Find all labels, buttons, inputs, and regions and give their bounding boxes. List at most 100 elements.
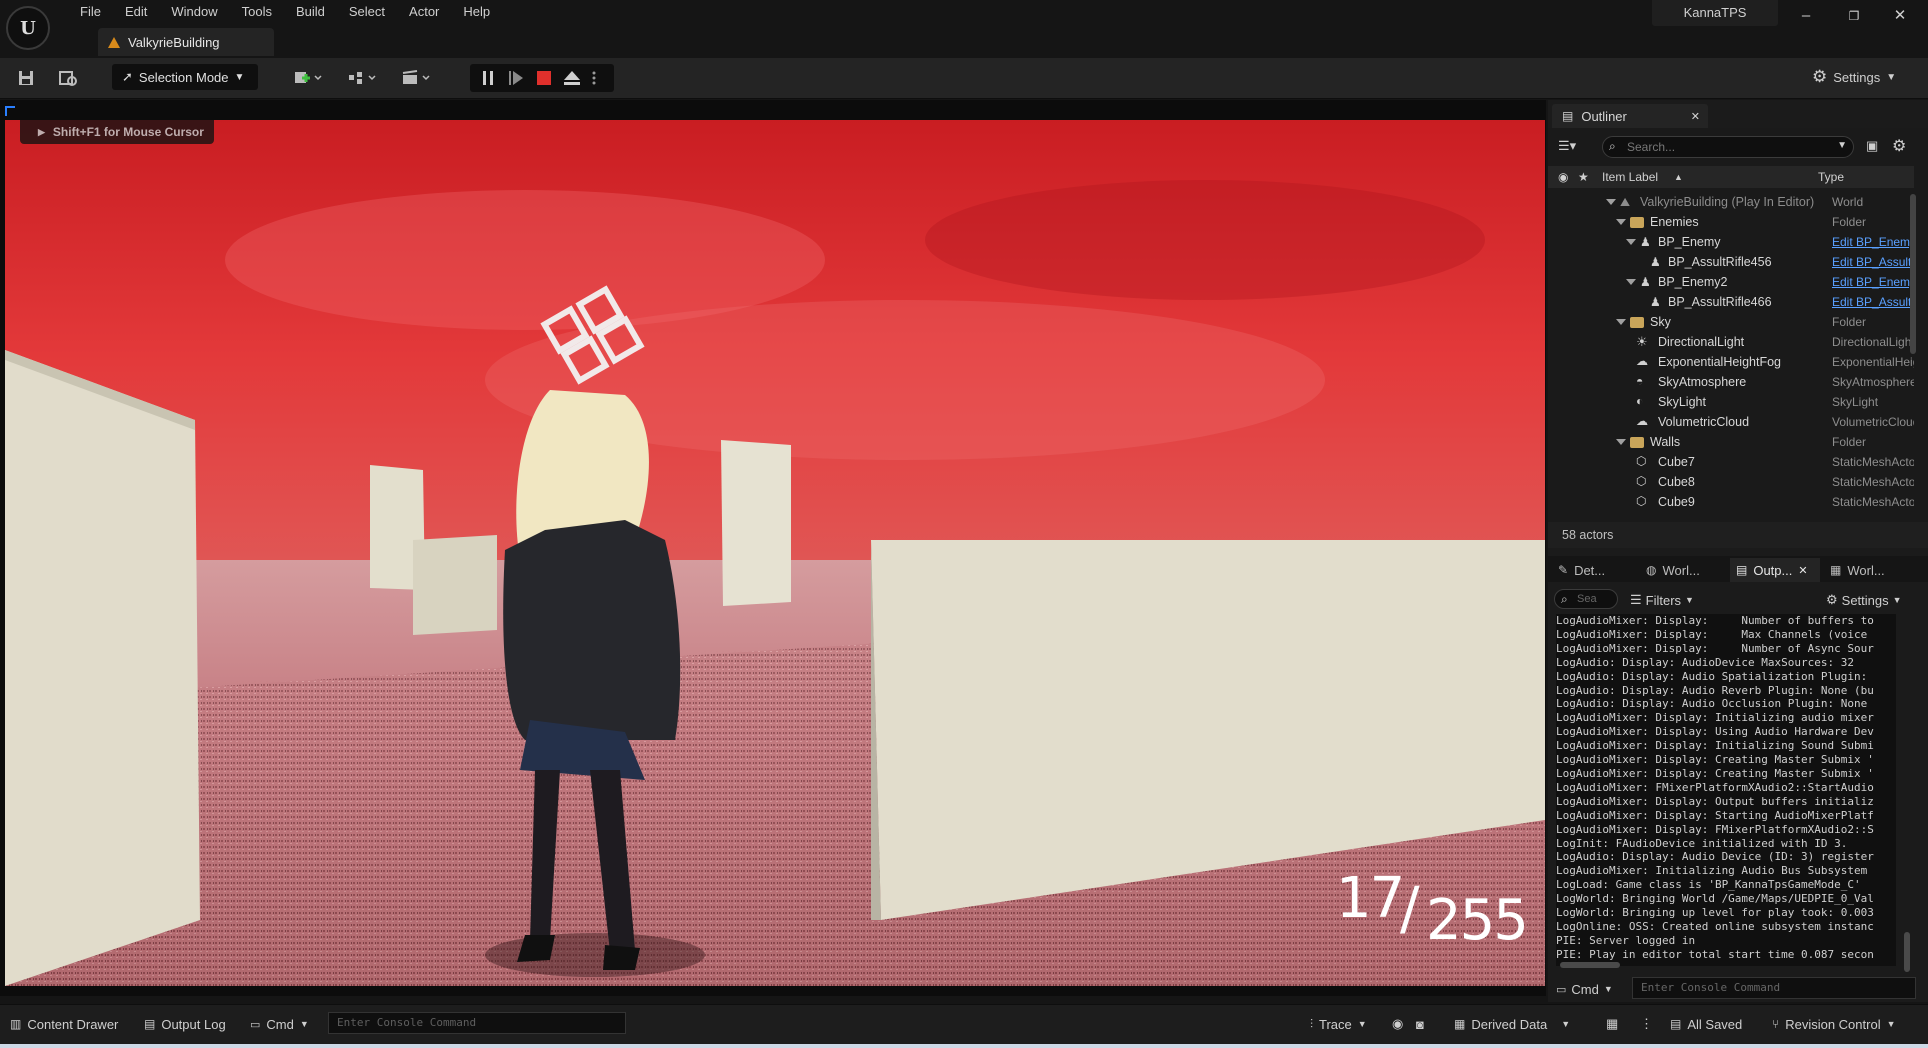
tree-row-actor[interactable]: ♟ BP_AssultRifle466 Edit BP_AssultRifle — [1548, 292, 1914, 312]
minimize-button[interactable]: – — [1786, 2, 1826, 30]
content-drawer-button[interactable]: ▥ Content Drawer — [10, 1012, 118, 1036]
log-line: LogWorld: Bringing World /Game/Maps/UEDP… — [1556, 892, 1874, 906]
expand-arrow-icon[interactable] — [1616, 319, 1626, 325]
tree-row-actor[interactable]: ◐ SkyLight SkyLight — [1548, 392, 1914, 412]
play-options-icon[interactable] — [588, 66, 600, 90]
settings-label: Settings — [1833, 69, 1881, 85]
tree-row-actor[interactable]: ♟ BP_Enemy2 Edit BP_Enemy — [1548, 272, 1914, 292]
eject-icon[interactable] — [560, 66, 584, 90]
unreal-logo-icon[interactable]: U — [6, 6, 50, 50]
tree-row-label: Walls — [1650, 435, 1681, 449]
gear-icon: ⚙ — [1812, 67, 1828, 86]
more-options-icon[interactable]: ⋮ — [1640, 1012, 1653, 1036]
chevron-down-icon: ▼ — [1886, 71, 1897, 83]
tree-row-actor[interactable]: ⬡ Cube9 StaticMeshActor — [1548, 492, 1914, 512]
outliner-tab[interactable]: ▤ Outliner ✕ — [1552, 104, 1708, 128]
log-settings-dropdown[interactable]: ⚙ Settings ▼ — [1826, 590, 1902, 610]
restore-button[interactable]: ❐ — [1834, 2, 1874, 30]
tab-details[interactable]: ✎ Det... — [1552, 558, 1632, 582]
menu-window[interactable]: Window — [159, 2, 229, 22]
expand-arrow-icon[interactable] — [1616, 439, 1626, 445]
save-icon[interactable] — [14, 66, 38, 90]
screenshot-icon[interactable]: ◙ — [1416, 1012, 1424, 1036]
edit-blueprint-link[interactable]: Edit BP_Enemy — [1832, 235, 1914, 249]
log-scrollbar[interactable] — [1904, 932, 1910, 972]
ammo-current: 17 — [1336, 866, 1405, 931]
tree-row-actor[interactable]: ☁ ExponentialHeightFog ExponentialHeight… — [1548, 352, 1914, 372]
record-icon[interactable]: ◉ — [1392, 1012, 1403, 1036]
stop-icon[interactable] — [532, 66, 556, 90]
revision-control-button[interactable]: ⑂ Revision Control ▼ — [1772, 1012, 1896, 1036]
expand-arrow-icon[interactable] — [1606, 199, 1616, 205]
tab-world-partition[interactable]: ▦ Worl... — [1824, 558, 1914, 582]
tree-row-actor[interactable]: ☁ VolumetricCloud VolumetricCloud — [1548, 412, 1914, 432]
tree-row-actor[interactable]: ⬡ Cube8 StaticMeshActor — [1548, 472, 1914, 492]
tree-row-label: BP_AssultRifle456 — [1668, 255, 1772, 269]
column-type[interactable]: Type — [1818, 170, 1844, 184]
log-cmd-dropdown[interactable]: ▭ Cmd ▼ — [1556, 980, 1613, 998]
game-scene[interactable] — [5, 120, 1545, 986]
tree-row-folder[interactable]: Sky Folder — [1548, 312, 1914, 332]
tree-row-actor[interactable]: ♟ BP_Enemy Edit BP_Enemy — [1548, 232, 1914, 252]
tree-row-actor[interactable]: ◓ SkyAtmosphere SkyAtmosphere — [1548, 372, 1914, 392]
close-tab-icon[interactable]: ✕ — [1798, 564, 1807, 577]
star-icon[interactable]: ★ — [1578, 170, 1589, 184]
tree-row-actor[interactable]: ☀ DirectionalLight DirectionalLight — [1548, 332, 1914, 352]
outliner-search-input[interactable]: ⌕ Search... ▼ — [1602, 136, 1854, 158]
tree-row-actor[interactable]: ⬡ Cube7 StaticMeshActor — [1548, 452, 1914, 472]
blueprint-icon[interactable] — [344, 66, 380, 90]
menu-help[interactable]: Help — [451, 2, 502, 22]
browse-content-icon[interactable] — [56, 66, 80, 90]
level-tab[interactable]: ValkyrieBuilding — [98, 28, 274, 56]
outliner-scrollbar[interactable] — [1910, 194, 1916, 354]
save-all-icon: ▤ — [1670, 1017, 1682, 1031]
tree-row-folder[interactable]: Enemies Folder — [1548, 212, 1914, 232]
expand-arrow-icon[interactable] — [1626, 279, 1636, 285]
tab-output-log[interactable]: ▤ Outp... ✕ — [1730, 558, 1820, 582]
menu-select[interactable]: Select — [337, 2, 397, 22]
close-tab-icon[interactable]: ✕ — [1691, 110, 1700, 123]
menu-tools[interactable]: Tools — [230, 2, 284, 22]
source-control-grid-icon[interactable]: ▦ — [1606, 1012, 1618, 1036]
pause-icon[interactable] — [476, 66, 500, 90]
step-frame-icon[interactable] — [504, 66, 528, 90]
expand-arrow-icon[interactable] — [1616, 219, 1626, 225]
edit-blueprint-link[interactable]: Edit BP_AssultRifle — [1832, 295, 1914, 309]
filters-dropdown[interactable]: ☰ Filters ▼ — [1630, 590, 1694, 610]
menu-file[interactable]: File — [68, 2, 113, 22]
output-log-button[interactable]: ▤ Output Log — [144, 1012, 226, 1036]
menu-actor[interactable]: Actor — [397, 2, 451, 22]
selection-mode-dropdown[interactable]: ➚ Selection Mode ▼ — [112, 64, 258, 90]
tree-row-type: SkyLight — [1832, 395, 1879, 409]
edit-blueprint-link[interactable]: Edit BP_Enemy — [1832, 275, 1914, 289]
tree-row-folder[interactable]: Walls Folder — [1548, 432, 1914, 452]
console-command-input[interactable]: Enter Console Command — [328, 1012, 626, 1034]
tree-row-label: ExponentialHeightFog — [1658, 355, 1781, 369]
menu-build[interactable]: Build — [284, 2, 337, 22]
trace-button[interactable]: ⫶ Trace ▼ — [1310, 1012, 1367, 1036]
edit-blueprint-link[interactable]: Edit BP_AssultRifle — [1832, 255, 1914, 269]
tree-row-actor[interactable]: ♟ BP_AssultRifle456 Edit BP_AssultRifle — [1548, 252, 1914, 272]
game-viewport[interactable] — [5, 120, 1545, 986]
column-item-label[interactable]: Item Label — [1602, 170, 1658, 184]
log-search-input[interactable]: ⌕ Sea — [1554, 589, 1618, 609]
add-folder-icon[interactable]: ▣ — [1866, 138, 1884, 156]
log-console-input[interactable]: Enter Console Command — [1632, 977, 1916, 999]
filter-icon[interactable]: ☰▾ — [1558, 138, 1588, 156]
tree-row-world[interactable]: ⛰ ValkyrieBuilding (Play In Editor) Worl… — [1548, 192, 1914, 212]
menu-edit[interactable]: Edit — [113, 2, 159, 22]
cmd-dropdown[interactable]: ▭ Cmd ▼ — [250, 1012, 309, 1036]
visibility-eye-icon[interactable]: ◉ — [1558, 170, 1568, 184]
all-saved-button[interactable]: ▤ All Saved — [1670, 1012, 1742, 1036]
cinematics-icon[interactable] — [398, 66, 434, 90]
add-actor-icon[interactable] — [290, 66, 326, 90]
expand-arrow-icon[interactable] — [1626, 239, 1636, 245]
outliner-tree: ⛰ ValkyrieBuilding (Play In Editor) Worl… — [1548, 192, 1914, 512]
grid-icon: ▦ — [1830, 563, 1842, 577]
settings-button[interactable]: ⚙ Settings ▼ — [1812, 64, 1916, 90]
log-horizontal-scrollbar[interactable] — [1560, 962, 1620, 968]
tab-world-settings[interactable]: ◍ Worl... — [1640, 558, 1726, 582]
derived-data-button[interactable]: ▦ Derived Data ▼ — [1454, 1012, 1570, 1036]
close-window-button[interactable]: ✕ — [1880, 2, 1920, 30]
outliner-settings-icon[interactable]: ⚙ — [1892, 136, 1910, 155]
